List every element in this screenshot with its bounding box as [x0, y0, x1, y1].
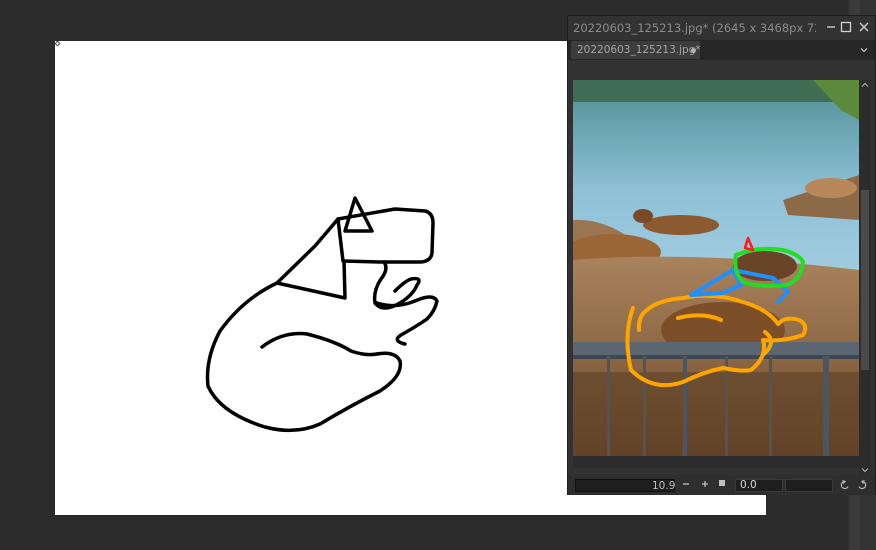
- window-titlebar[interactable]: 20220603_125213.jpg* (2645 x 3468px 72dp…: [568, 16, 875, 40]
- rotate-cw-icon[interactable]: [856, 479, 868, 491]
- rotation-field[interactable]: 0.0: [735, 479, 783, 492]
- document-tab-bar: 20220603_125213.jpg*: [568, 40, 875, 60]
- square-icon[interactable]: [719, 480, 725, 486]
- minimize-icon[interactable]: [824, 20, 838, 34]
- minus-icon[interactable]: [681, 479, 691, 489]
- floating-document-window[interactable]: 20220603_125213.jpg* (2645 x 3468px 72dp…: [567, 15, 876, 495]
- horizontal-scrollbar[interactable]: [573, 456, 859, 468]
- brush-outline-icon: [55, 41, 60, 46]
- chevron-down-icon[interactable]: [859, 45, 869, 55]
- unsaved-dot-icon: [691, 48, 696, 53]
- capybara-photo: [573, 80, 859, 456]
- scroll-up-icon[interactable]: [860, 80, 870, 90]
- zoom-slider[interactable]: 10.9: [575, 479, 675, 492]
- rotation-slider[interactable]: [785, 479, 833, 492]
- close-icon[interactable]: [857, 20, 871, 34]
- scroll-down-icon[interactable]: [860, 465, 870, 475]
- photo-view[interactable]: [573, 80, 859, 456]
- zoom-value: 10.9: [652, 480, 676, 492]
- rotate-ccw-icon[interactable]: [839, 479, 851, 491]
- document-tab[interactable]: 20220603_125213.jpg*: [571, 41, 701, 59]
- document-tab-label: 20220603_125213.jpg*: [577, 44, 701, 56]
- maximize-icon[interactable]: [839, 20, 853, 34]
- rotation-value: 0.0: [740, 479, 757, 491]
- vertical-scrollbar-thumb[interactable]: [861, 190, 869, 370]
- vertical-scrollbar[interactable]: [859, 80, 871, 475]
- plus-icon[interactable]: [700, 479, 710, 489]
- window-statusbar: 10.9 0.0: [568, 475, 875, 495]
- window-title: 20220603_125213.jpg* (2645 x 3468px 72dp…: [573, 21, 816, 35]
